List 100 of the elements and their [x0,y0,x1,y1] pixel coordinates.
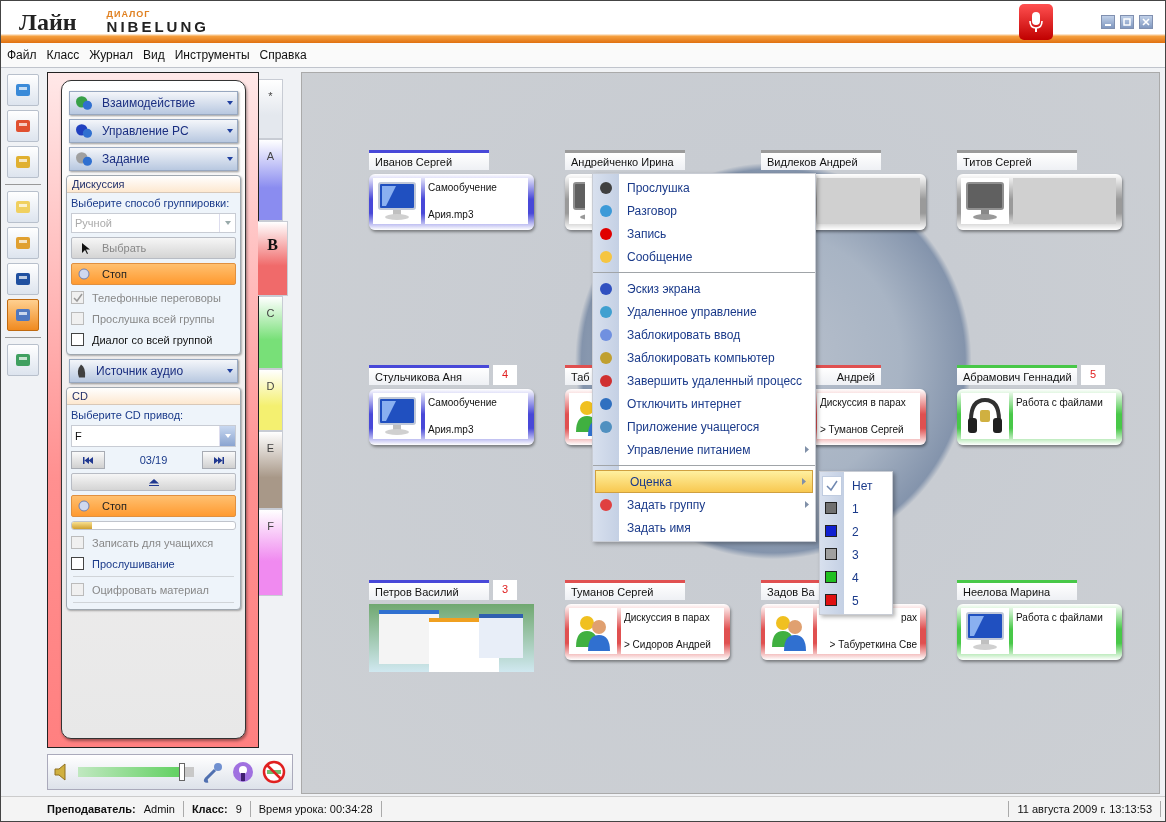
next-track-button[interactable] [202,451,236,469]
menu-item[interactable]: Справка [259,48,307,62]
microphone-button[interactable] [1019,4,1053,40]
student-name[interactable]: Видлеков Андрей [767,154,858,170]
maximize-button[interactable] [1120,15,1134,29]
group-tab[interactable]: D [259,369,283,431]
student-name[interactable]: Таб [571,369,590,385]
grade-menu-item[interactable]: 2 [820,520,892,543]
bubbles-icon [76,152,92,166]
podcast-icon[interactable] [232,761,254,783]
window-icon [16,309,30,321]
student-name[interactable]: Задов Ва [767,584,815,600]
activity-text: Работа с файлами [1016,612,1104,623]
grade-menu-item[interactable]: 1 [820,497,892,520]
context-menu-item[interactable]: Удаленное управление [593,300,815,323]
cursor-icon [82,242,90,254]
student-card[interactable]: Самообучение Ария.mp3 [369,389,534,445]
checkbox-option[interactable]: Прослушивание [71,555,236,572]
context-menu-item[interactable]: Оценка [595,470,813,493]
toolbar-button[interactable] [7,263,39,295]
submenu-arrow-icon [805,446,809,453]
grade-menu-item[interactable]: Нет [820,474,892,497]
circle-icon [599,497,613,512]
stop-button[interactable]: Стоп [71,263,236,285]
submenu-arrow-icon [802,478,806,485]
context-menu-item[interactable]: Прослушка [593,176,815,199]
speaker-icon [76,364,86,378]
stop-button[interactable]: Стоп [71,495,236,517]
student-card[interactable]: рах > Табуреткина Све [761,604,926,660]
student-card[interactable]: Работа с файлами [957,604,1122,660]
context-menu-item[interactable]: Сообщение [593,245,815,268]
checkmark-icon [825,478,839,493]
screen-thumbnail[interactable] [369,604,534,672]
checkbox-option[interactable]: Диалог со всей группой [71,331,236,348]
minimize-button[interactable] [1101,15,1115,29]
activity-text: Работа с файлами [1016,397,1104,408]
dropdown-button[interactable]: Управление PC [69,119,238,143]
grade-menu-item[interactable]: 3 [820,543,892,566]
bubbles-icon [76,124,92,138]
prohibited-icon[interactable] [262,760,286,784]
window-icon [16,273,30,285]
group-tab[interactable]: A [259,139,283,221]
context-menu-item[interactable]: Заблокировать ввод [593,323,815,346]
microphone-icon[interactable] [202,761,224,783]
student-name[interactable]: Иванов Сергей [375,154,453,170]
toolbar-button[interactable] [7,110,39,142]
activity-text: Ария.mp3 [428,424,475,435]
student-name[interactable]: Неелова Марина [963,584,1051,600]
window-icon [16,120,30,132]
dropdown-button[interactable]: Источник аудио [69,359,238,383]
menu-item[interactable]: Вид [143,48,165,62]
menu-item[interactable]: Журнал [89,48,133,62]
microphone-icon [1029,11,1043,33]
student-name[interactable]: Титов Сергей [963,154,1032,170]
activity-text: Дискуссия в парах [624,612,711,623]
grade-menu-item[interactable]: 4 [820,566,892,589]
student-name[interactable]: Туманов Сергей [571,584,654,600]
student-card[interactable]: Работа с файлами [957,389,1122,445]
context-menu-item[interactable]: Задать группу [593,493,815,516]
activity-text: Самообучение [428,397,498,408]
student-card[interactable]: Дискуссия в парах > Сидоров Андрей [565,604,730,660]
student-card[interactable] [957,174,1122,230]
close-button[interactable] [1139,15,1153,29]
date-time: 11 августа 2009 г. 13:13:53 [1017,803,1152,815]
checkmark-icon [72,292,83,303]
student-name[interactable]: Петров Василий [375,584,459,600]
menu-item[interactable]: Файл [7,48,37,62]
skip-forward-icon [214,456,224,464]
context-menu-item[interactable]: Разговор [593,199,815,222]
group-tab[interactable]: B [258,221,288,296]
student-name[interactable]: Абрамович Геннадий [963,369,1072,385]
menu-item[interactable]: Класс [46,48,80,62]
eject-icon [148,478,159,486]
dropdown-button[interactable]: Взаимодействие [69,91,238,115]
section-title: CD [67,388,240,405]
student-name[interactable]: Андрей [836,369,875,385]
student-card[interactable]: Самообучение Ария.mp3 [369,174,534,230]
caret-icon [224,221,231,225]
menu-item[interactable]: Инструменты [174,48,250,62]
context-menu-item[interactable]: Эскиз экрана [593,277,815,300]
student-name[interactable]: Андрейченко Ирина [571,154,674,170]
group-tab[interactable]: C [259,296,283,369]
circle-icon [78,500,90,512]
context-menu-item[interactable]: Задать имя [593,516,815,539]
drive-select[interactable]: F [71,425,236,447]
previous-track-button[interactable] [71,451,105,469]
group-tab[interactable]: E [259,431,283,509]
group-tab[interactable]: F [259,509,283,596]
dropdown-button[interactable]: Задание [69,147,238,171]
maximize-icon [1123,18,1131,26]
toolbar-button[interactable] [7,344,39,376]
window-icon [16,156,30,168]
context-menu-item[interactable]: Заблокировать компьютер [593,346,815,369]
student-name[interactable]: Стульчикова Аня [375,369,462,385]
context-menu-item[interactable]: Запись [593,222,815,245]
skip-back-icon [83,456,93,464]
circle-icon [599,226,613,241]
toolbar-button[interactable] [7,74,39,106]
context-menu-item[interactable]: Завершить удаленный процесс [593,369,815,392]
group-tab[interactable]: * [259,79,283,139]
